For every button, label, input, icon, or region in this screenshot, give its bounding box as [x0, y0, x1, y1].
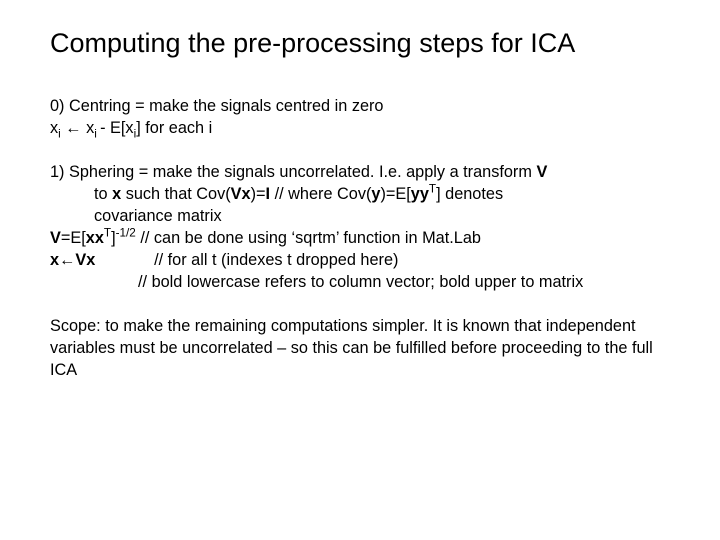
- step-1-line-6: // bold lowercase refers to column vecto…: [50, 271, 670, 293]
- var-x: x: [50, 119, 58, 137]
- text: // where Cov(: [270, 185, 371, 203]
- slide: Computing the pre-processing steps for I…: [0, 0, 720, 540]
- xx: xx: [86, 229, 104, 247]
- Vx: Vx: [231, 185, 251, 203]
- slide-title: Computing the pre-processing steps for I…: [50, 28, 670, 59]
- text: to: [94, 185, 112, 203]
- text: ] denotes: [436, 185, 503, 203]
- sup-power: -1/2: [116, 227, 136, 240]
- step-1-line-3: covariance matrix: [50, 205, 670, 227]
- step-0-line-2: xi ← xi - E[xi] for each i: [50, 117, 670, 139]
- step-1-line-2: to x such that Cov(Vx)=I // where Cov(y)…: [50, 183, 670, 205]
- step-0: 0) Centring = make the signals centred i…: [50, 95, 670, 139]
- sup-T: T: [104, 227, 111, 240]
- text: 1) Sphering = make the signals uncorrela…: [50, 163, 536, 181]
- text: =E[: [61, 229, 86, 247]
- text: such that Cov(: [121, 185, 231, 203]
- text: )=: [251, 185, 266, 203]
- text: // for all t (indexes t dropped here): [95, 251, 398, 269]
- vector-x: x: [50, 251, 59, 269]
- matrix-V: V: [536, 163, 547, 181]
- yy: yy: [411, 185, 429, 203]
- text: // can be done using ‘sqrtm’ function in…: [136, 229, 481, 247]
- scope-paragraph: Scope: to make the remaining computation…: [50, 315, 670, 381]
- arrow-left: ← x: [61, 119, 94, 137]
- step-1-line-5: x←Vx // for all t (indexes t dropped her…: [50, 249, 670, 271]
- step-1-line-1: 1) Sphering = make the signals uncorrela…: [50, 161, 670, 183]
- text: )=E[: [380, 185, 410, 203]
- text: - E[x: [100, 119, 133, 137]
- arrow-left: ←: [59, 251, 75, 269]
- text: ] for each i: [136, 119, 212, 137]
- Vx: Vx: [75, 251, 95, 269]
- step-0-line-1: 0) Centring = make the signals centred i…: [50, 95, 670, 117]
- step-1-line-4: V=E[xxT]-1/2 // can be done using ‘sqrtm…: [50, 227, 670, 249]
- matrix-V: V: [50, 229, 61, 247]
- vector-x: x: [112, 185, 121, 203]
- step-1: 1) Sphering = make the signals uncorrela…: [50, 161, 670, 293]
